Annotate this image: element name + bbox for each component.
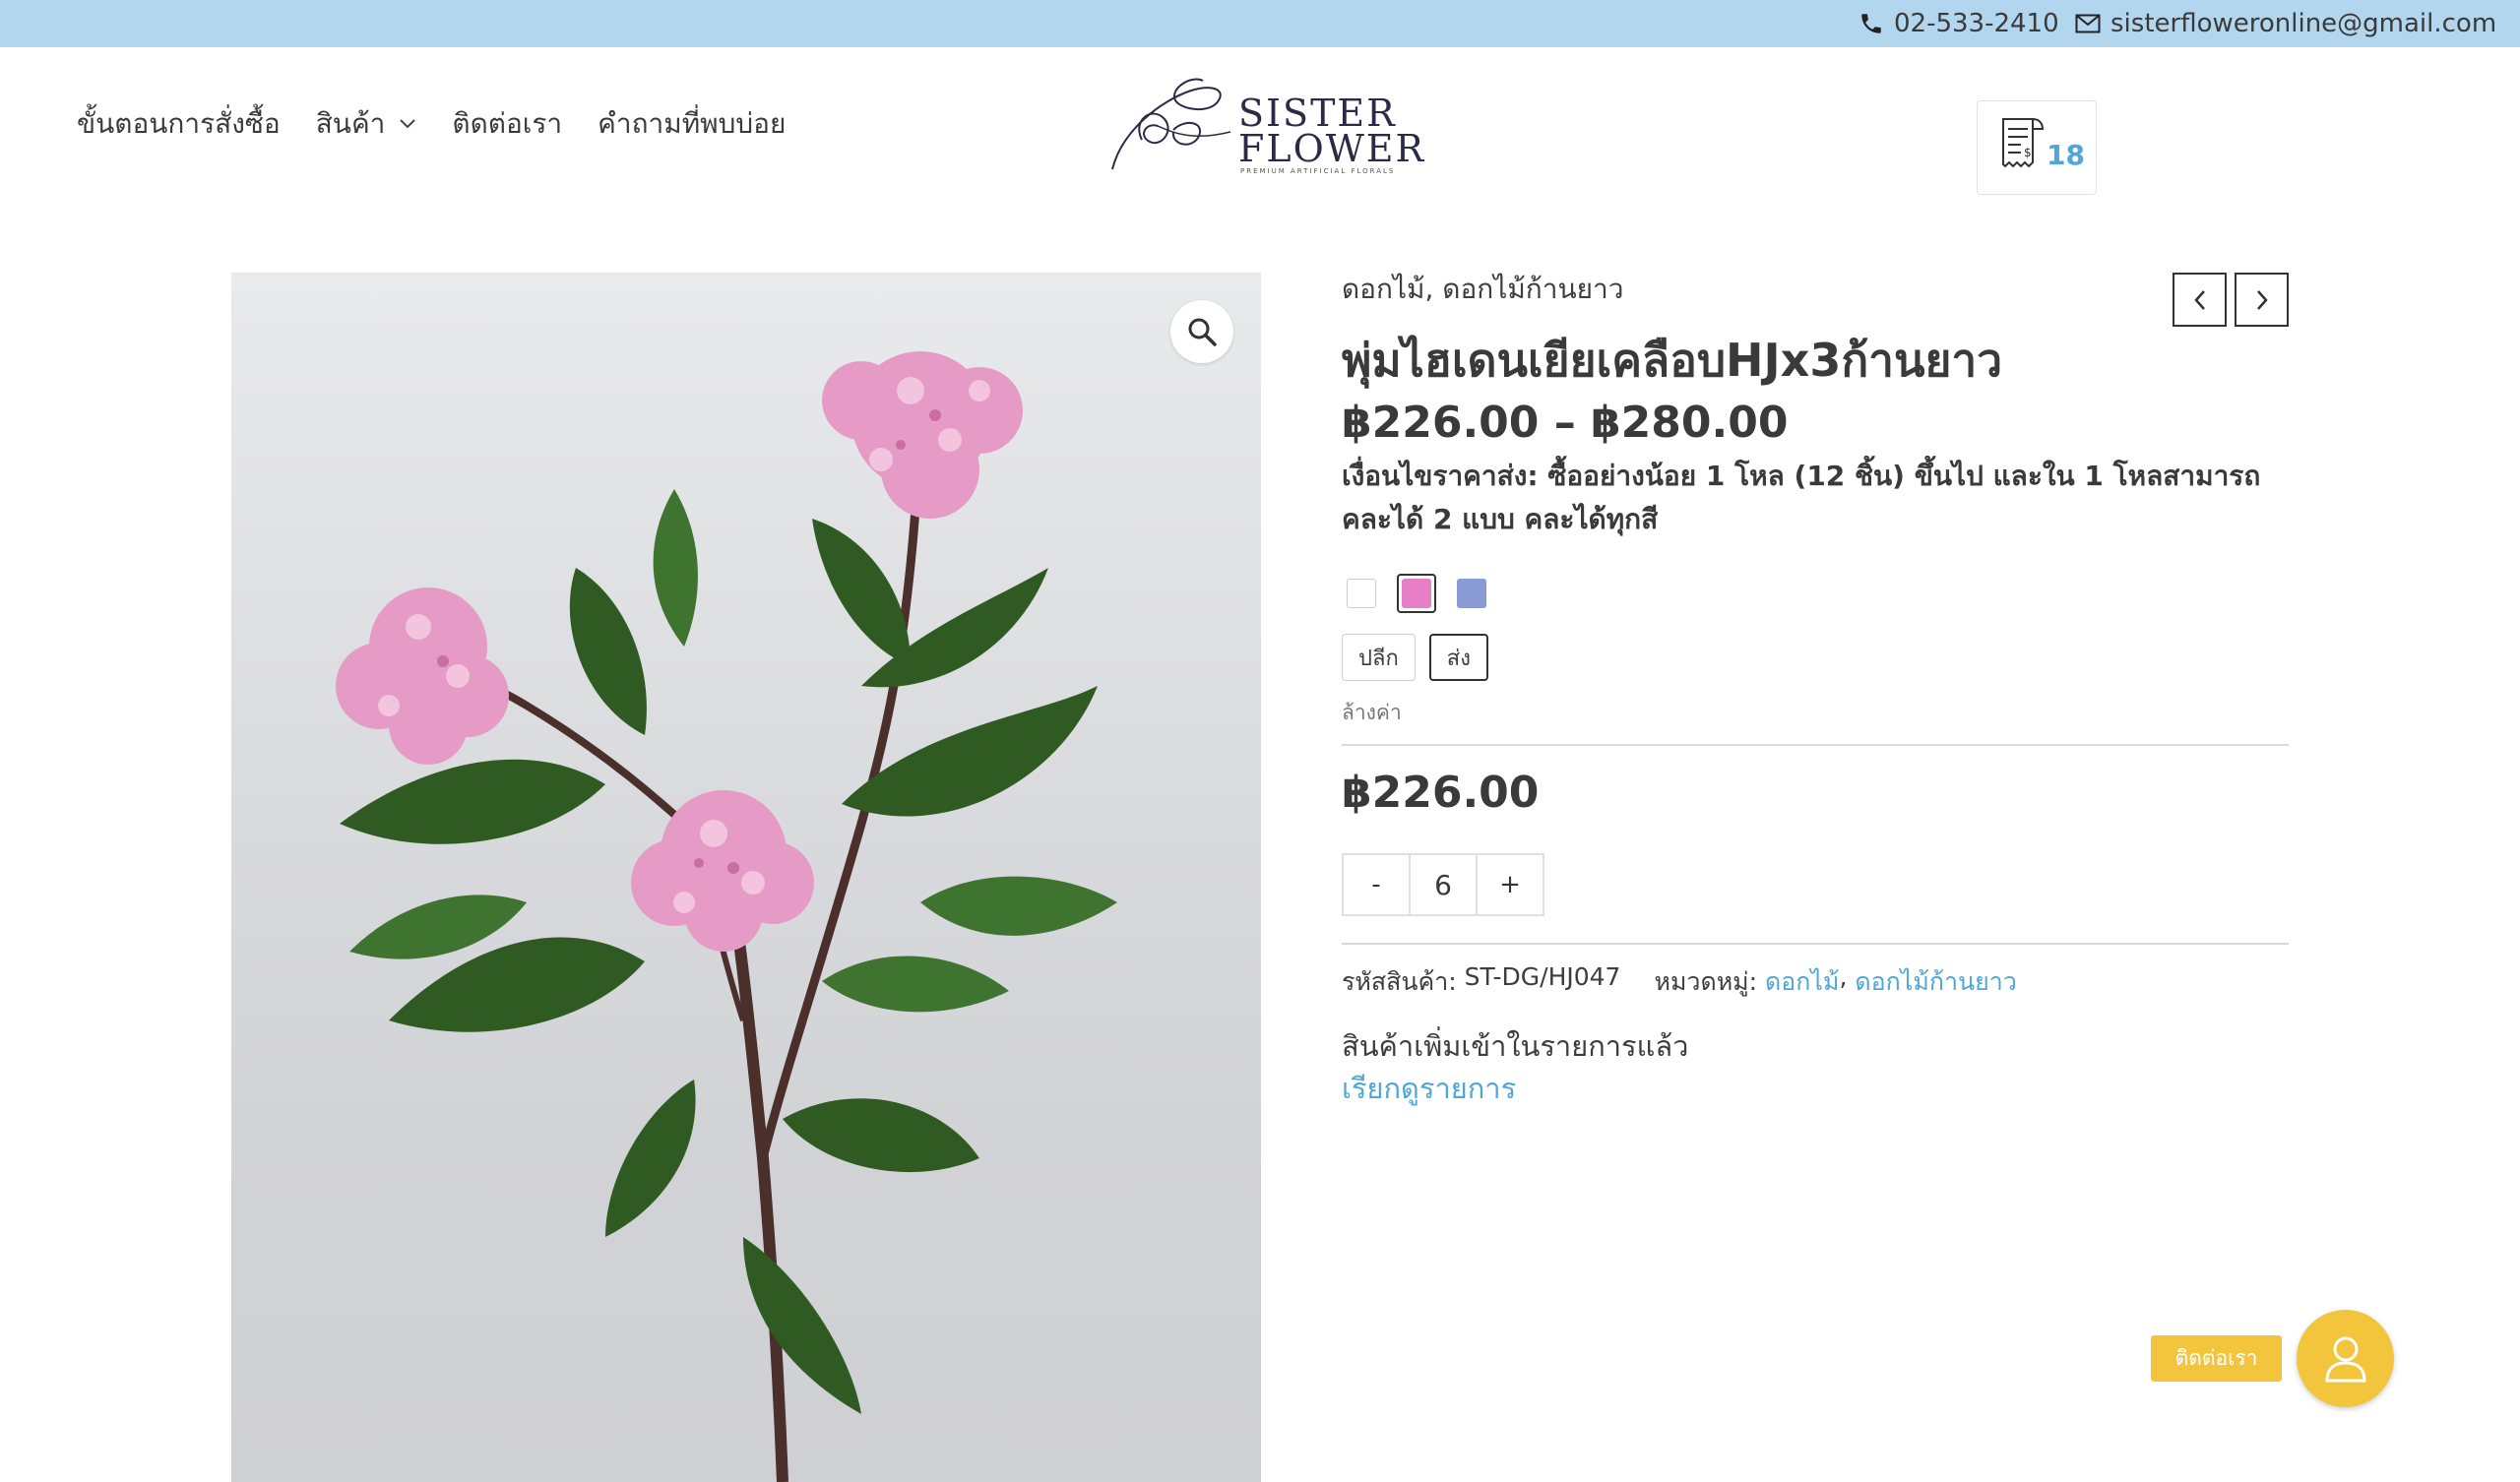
divider: [1342, 744, 2289, 746]
category-label: หมวดหมู่:: [1654, 967, 1758, 996]
nav-item-label: สินค้า: [315, 107, 386, 140]
nav-item-contact[interactable]: ติดต่อเรา: [452, 102, 562, 146]
swatch-fill: [1402, 579, 1431, 608]
flower-logo-icon: [1111, 78, 1231, 170]
wholesale-condition: เงื่อนไขราคาส่ง: ซื้ออย่างน้อย 1 โหล (12…: [1342, 460, 2261, 535]
sku-label: รหัสสินค้า:: [1342, 967, 1457, 996]
divider: [1342, 943, 2289, 945]
variation-price: ฿226.00: [1342, 768, 1540, 818]
color-swatches: [1342, 574, 1507, 613]
mail-icon: [2075, 14, 2101, 33]
zoom-button[interactable]: [1170, 300, 1233, 363]
chevron-right-icon: [2256, 289, 2268, 310]
view-list-link[interactable]: เรียกดูรายการ: [1342, 1066, 1516, 1111]
sale-type-options: ปลีก ส่ง: [1342, 634, 1502, 681]
email-contact[interactable]: sisterfloweronline@gmail.com: [2075, 0, 2496, 47]
added-to-list-message: สินค้าเพิ่มเข้าในรายการแล้ว: [1342, 1029, 1689, 1063]
phone-number: 02-533-2410: [1894, 9, 2059, 38]
price-range: ฿226.00 – ฿280.00: [1342, 398, 1789, 448]
user-icon: [2324, 1336, 2366, 1382]
product-title: พุ่มไฮเดนเยียเคลือบHJx3ก้านยาว: [1342, 334, 2003, 387]
logo-tagline: PREMIUM ARTIFICIAL FLORALS: [1240, 167, 1396, 175]
option-retail[interactable]: ปลีก: [1342, 634, 1416, 681]
chevron-down-icon: [400, 119, 416, 129]
logo-line-2: FLOWER: [1238, 127, 1426, 170]
swatch-blue[interactable]: [1452, 574, 1491, 613]
cart-widget[interactable]: $ 18: [1977, 100, 2097, 195]
chevron-left-icon: [2193, 289, 2205, 310]
swatch-pink[interactable]: [1397, 574, 1436, 613]
phone-contact[interactable]: 02-533-2410: [1858, 0, 2059, 47]
quantity-stepper: - 6 +: [1342, 853, 1544, 916]
swatch-fill: [1347, 579, 1376, 608]
clear-selection-link[interactable]: ล้างค่า: [1342, 697, 1402, 729]
phone-icon: [1861, 14, 1881, 33]
site-logo[interactable]: SISTER FLOWER PREMIUM ARTIFICIAL FLORALS: [1102, 71, 1423, 179]
svg-text:$: $: [2024, 146, 2032, 159]
option-wholesale[interactable]: ส่ง: [1428, 634, 1488, 681]
category-link-long-stem[interactable]: ดอกไม้ก้านยาว: [1855, 962, 2016, 1002]
previous-product-button[interactable]: [2173, 273, 2227, 327]
nav-item-products[interactable]: สินค้า: [316, 102, 417, 146]
product-meta: รหัสสินค้า: ST-DG/HJ047 หมวดหมู่: ดอกไม้…: [1342, 962, 2017, 1002]
quantity-minus-button[interactable]: -: [1344, 855, 1409, 914]
product-photo-hydrangea: [336, 351, 1117, 1482]
nav-item-faq[interactable]: คำถามที่พบบ่อย: [598, 102, 786, 146]
swatch-fill: [1457, 579, 1486, 608]
cart-count: 18: [2047, 139, 2085, 171]
search-icon: [1188, 318, 1217, 346]
category-link-flowers[interactable]: ดอกไม้: [1765, 962, 1839, 1002]
nav-item-label: คำถามที่พบบ่อย: [598, 107, 787, 140]
product-image[interactable]: [231, 273, 1261, 1482]
floating-contact-button[interactable]: [2297, 1310, 2394, 1407]
swatch-white[interactable]: [1342, 574, 1381, 613]
receipt-icon: $: [2002, 118, 2045, 168]
floating-contact-label[interactable]: ติดต่อเรา: [2151, 1335, 2282, 1382]
meta-spacer: [1620, 962, 1654, 1002]
email-address: sisterfloweronline@gmail.com: [2110, 9, 2497, 38]
main-nav: ขั้นตอนการสั่งซื้อ สินค้า ติดต่อเรา คำถา…: [77, 102, 821, 146]
product-categories: ดอกไม้, ดอกไม้ก้านยาว: [1342, 273, 1624, 305]
top-contact-bar: 02-533-2410 sisterfloweronline@gmail.com: [0, 0, 2520, 47]
sku-value: ST-DG/HJ047: [1464, 962, 1621, 991]
nav-item-order-steps[interactable]: ขั้นตอนการสั่งซื้อ: [77, 102, 281, 146]
nav-item-label: ติดต่อเรา: [452, 107, 563, 140]
next-product-button[interactable]: [2235, 273, 2289, 327]
quantity-input[interactable]: 6: [1409, 855, 1478, 914]
quantity-plus-button[interactable]: +: [1478, 855, 1543, 914]
category-separator: ,: [1839, 962, 1848, 991]
nav-item-label: ขั้นตอนการสั่งซื้อ: [77, 107, 281, 140]
